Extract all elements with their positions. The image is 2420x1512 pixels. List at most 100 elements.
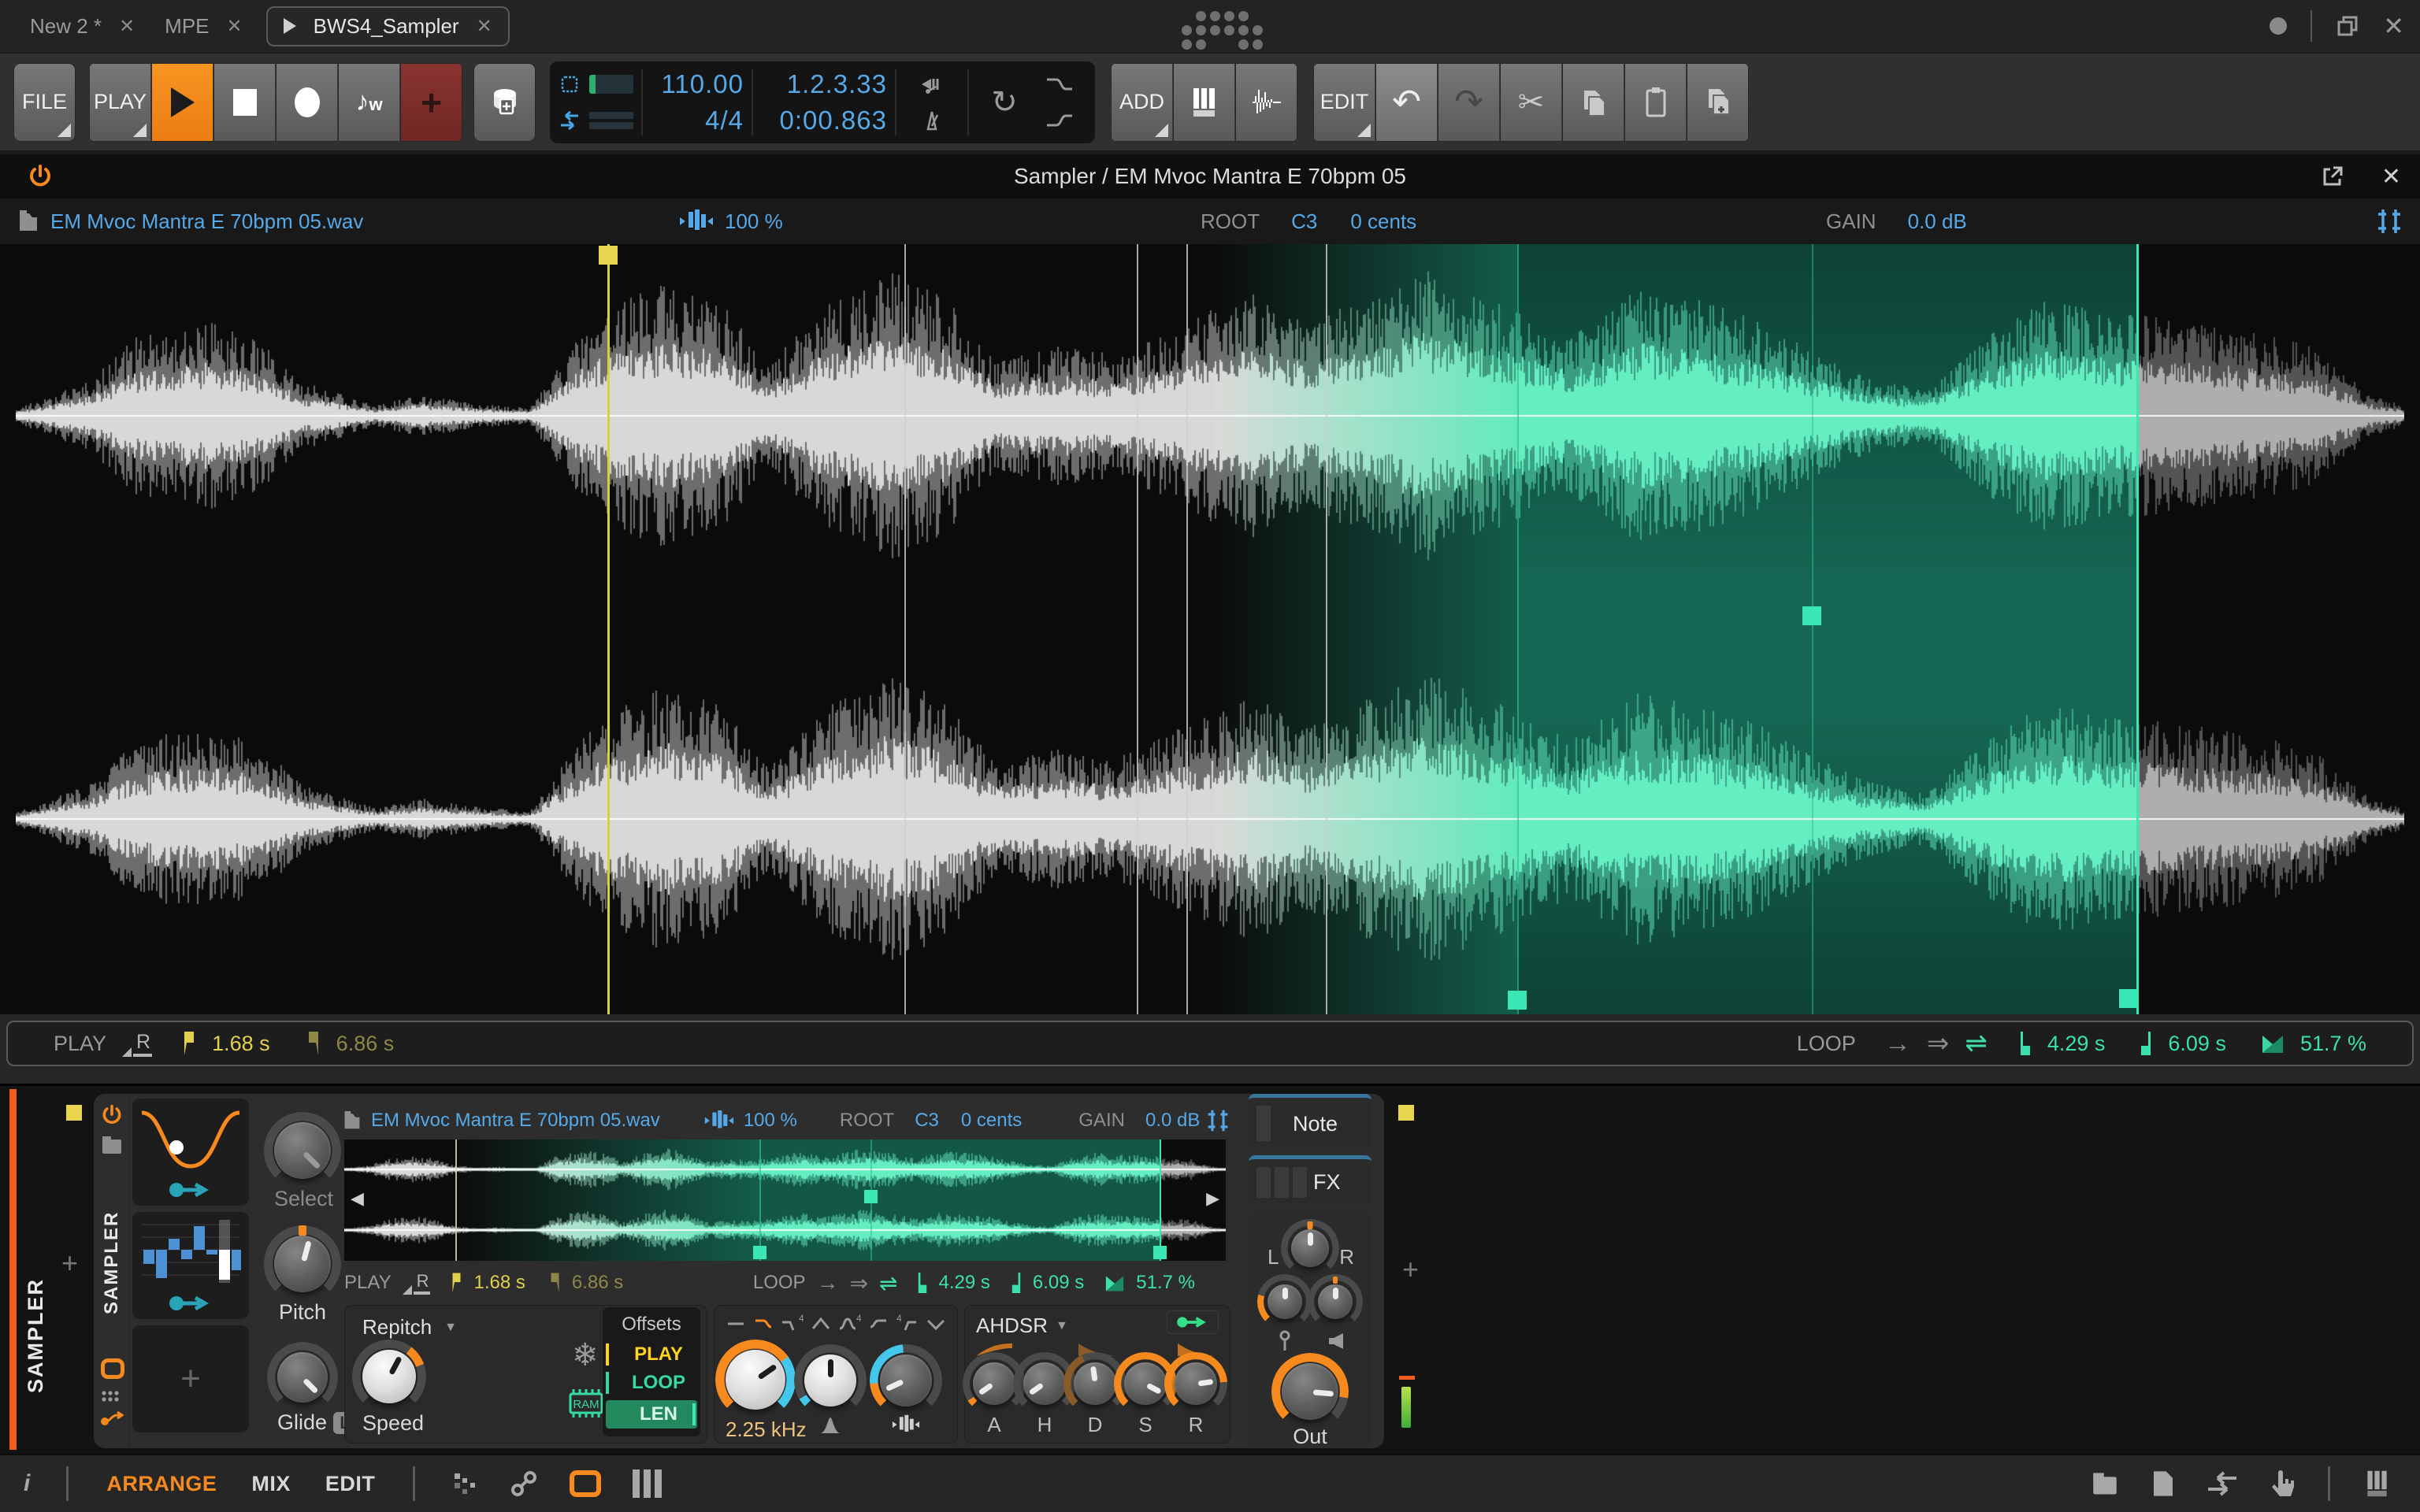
play-end-value[interactable]: 6.86 s [336,1032,395,1056]
overdub-button[interactable]: ♪w [338,62,400,142]
root-note-value[interactable]: C3 [915,1110,939,1132]
freeze-icon[interactable]: ❄ [572,1337,599,1373]
filter-lp4-icon[interactable]: 4 [780,1314,804,1334]
close-window-icon[interactable]: ✕ [2383,11,2404,41]
loop-end-handle[interactable] [2119,989,2138,1008]
ram-mode-icon[interactable]: RAM [567,1388,605,1419]
modulator-slot-empty[interactable]: + [132,1325,249,1432]
env-release-knob[interactable] [1164,1352,1227,1415]
duplicate-button[interactable] [1687,62,1749,142]
paste-button[interactable] [1624,62,1687,142]
loop-mode-off-icon[interactable]: → [817,1270,839,1295]
select-knob[interactable] [264,1112,341,1189]
play-mode-toggle[interactable]: R [122,1031,153,1057]
loop-end-line[interactable] [2136,244,2139,1014]
remote-controls-icon[interactable] [101,1390,123,1406]
undo-button[interactable]: ↶ [1375,62,1438,142]
record-add-button[interactable]: + [400,62,462,142]
close-icon[interactable]: ✕ [227,15,243,38]
note-fx-slot[interactable]: Note [1249,1094,1371,1149]
add-menu-button[interactable]: ADD [1111,62,1173,142]
filter-keytrack-knob[interactable] [870,1344,942,1417]
cut-button[interactable]: ✂ [1500,62,1562,142]
loop-crossfade-line[interactable] [1812,244,1813,1014]
save-to-library-button[interactable] [473,62,536,142]
sample-file-name[interactable]: EM Mvoc Mantra E 70bpm 05.wav [50,209,363,234]
device-preset-icon[interactable] [101,1135,123,1155]
mini-loop-end-handle[interactable] [1153,1246,1167,1259]
clip-launcher-icon[interactable] [451,1470,478,1497]
tempo-value[interactable]: 110.00 [662,69,744,99]
file-menu-button[interactable]: FILE [13,62,76,142]
browser-panel-icon[interactable] [2090,1471,2120,1496]
filter-resonance-knob[interactable] [794,1344,867,1417]
restore-window-icon[interactable] [2336,14,2359,38]
env-hold-knob[interactable] [1013,1352,1076,1415]
loop-start-line[interactable] [1517,244,1519,1014]
mini-waveform[interactable]: ◀ ▶ [344,1140,1226,1261]
metronome-icon[interactable] [904,103,959,138]
mini-play-start-line[interactable] [455,1140,457,1261]
loop-mode-loop-icon[interactable]: ⇒ [850,1270,868,1296]
close-editor-icon[interactable]: ✕ [2381,163,2401,191]
edit-menu-button[interactable]: EDIT [1313,62,1375,142]
scroll-right-icon[interactable]: ▶ [1206,1188,1219,1209]
modulator-slot-steps[interactable] [132,1212,249,1319]
modulator-slot-lfo[interactable] [132,1099,249,1206]
tab-bws4-sampler[interactable]: BWS4_Sampler ✕ [265,6,510,46]
filter-off-icon[interactable] [726,1314,746,1334]
copy-button[interactable] [1562,62,1624,142]
loop-crossfade-value[interactable]: 51.7 % [1136,1272,1195,1294]
zoom-fit-icon[interactable] [2376,208,2403,235]
filter-bp4-icon[interactable]: 4 [837,1314,861,1334]
envelope-mod-route-icon[interactable] [1167,1310,1219,1334]
waveform-editor[interactable] [0,244,2420,1014]
close-icon[interactable]: ✕ [477,15,492,38]
filter-cutoff-value[interactable]: 2.25 kHz [726,1418,807,1442]
pitch-knob[interactable] [264,1225,341,1303]
loop-end-value[interactable]: 6.09 s [1033,1272,1084,1294]
mini-loop-start-line[interactable] [759,1140,761,1261]
loop-start-handle[interactable] [1508,991,1527,1010]
scroll-left-icon[interactable]: ◀ [351,1188,364,1209]
track-name[interactable]: SAMPLER [24,1204,48,1393]
song-time-value[interactable]: 0:00.863 [780,106,887,135]
stretch-amount[interactable]: 100 % [725,209,783,234]
filter-lp2-icon[interactable] [753,1314,774,1334]
loop-crossfade-value[interactable]: 51.7 % [2300,1032,2366,1056]
play-mode-toggle[interactable]: R [402,1271,431,1295]
glide-knob[interactable] [267,1342,338,1413]
play-end-value[interactable]: 6.86 s [572,1272,623,1294]
record-button[interactable] [276,62,338,142]
gain-value[interactable]: 0.0 dB [1908,209,1967,234]
stop-button[interactable] [213,62,276,142]
pop-out-icon[interactable] [2321,165,2344,188]
playback-mode-dropdown[interactable]: Repitch ▼ [362,1315,457,1340]
filter-bp2-icon[interactable] [811,1314,831,1334]
out-knob[interactable] [1271,1353,1349,1430]
pan-knob[interactable] [1281,1219,1339,1277]
main-waveform-canvas[interactable] [16,244,2404,1014]
filter-hp4-icon[interactable]: 4 [895,1314,919,1334]
slice-marker[interactable] [1186,244,1188,1014]
arranger-loop-icon[interactable]: ↻ [977,85,1032,120]
info-icon[interactable]: i [24,1470,30,1497]
loop-mode-loop-icon[interactable]: ⇒ [1927,1028,1950,1059]
loop-start-value[interactable]: 4.29 s [2047,1032,2106,1056]
play-start-value[interactable]: 1.68 s [212,1032,270,1056]
fx-slot[interactable]: FX [1249,1155,1371,1206]
env-decay-knob[interactable] [1063,1352,1126,1415]
mini-loop-start-handle[interactable] [753,1246,766,1259]
stretch-amount[interactable]: 100 % [744,1110,797,1132]
punch-in-icon[interactable] [904,67,959,102]
playhead-handle[interactable] [599,246,618,265]
play-start-value[interactable]: 1.68 s [473,1272,525,1294]
sample-file-name[interactable]: EM Mvoc Mantra E 70bpm 05.wav [371,1110,660,1132]
root-note-value[interactable]: C3 [1291,209,1317,234]
time-signature-value[interactable]: 4/4 [705,106,744,135]
env-sustain-knob[interactable] [1114,1352,1177,1415]
view-mix[interactable]: MIX [251,1472,291,1496]
filter-notch-icon[interactable] [926,1314,946,1334]
play-button[interactable] [151,62,213,142]
minimize-icon[interactable] [2270,17,2288,35]
